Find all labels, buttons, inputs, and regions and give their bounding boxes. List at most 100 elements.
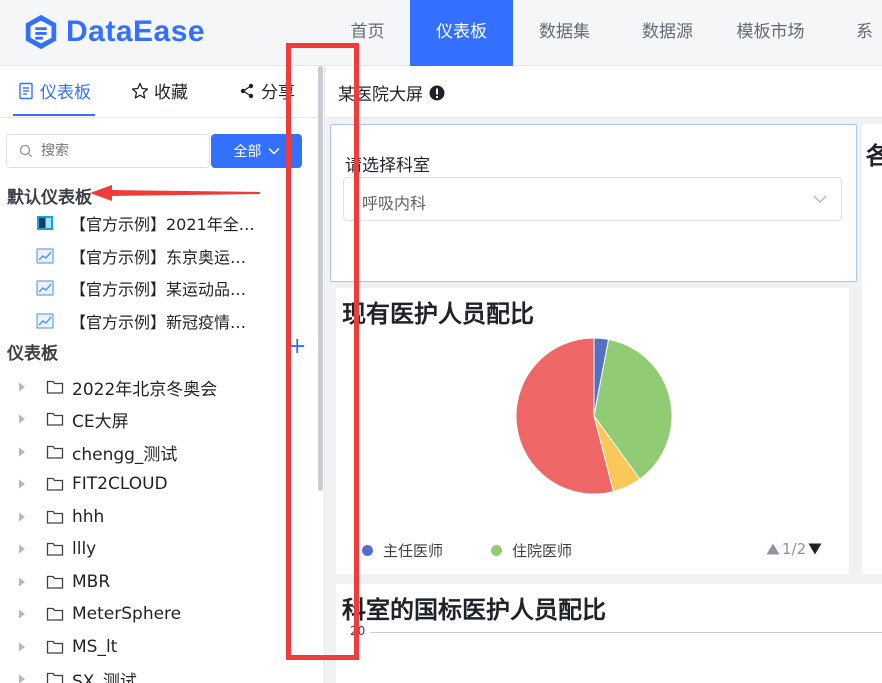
folder-label: MS_lt [72,637,118,657]
brand-logo[interactable]: DataEase [22,10,205,54]
dataease-logo-icon [25,14,57,50]
search-icon [19,144,33,158]
folder-item[interactable]: CE大屏 [18,404,129,434]
document-icon [19,82,33,99]
folder-item[interactable]: MBR [18,567,110,597]
folder-label: llly [72,539,97,559]
right-chart-widget: 各 [862,124,882,574]
folder-label: 2022年北京冬奥会 [72,379,218,400]
caret-right-icon[interactable] [18,382,26,392]
folder-label: hhh [72,507,105,527]
legend-swatch [362,545,373,556]
tab-dashboard-label: 仪表板 [40,83,91,103]
nav-home[interactable]: 首页 [325,0,410,66]
pie-chart-widget: 现有医护人员配比 主任医师 住院医师 1/2 [336,288,849,574]
department-filter-widget: 请选择科室 呼吸内科 [330,124,857,282]
folder-icon [46,510,64,524]
nav-datasource[interactable]: 数据源 [616,0,719,66]
caret-right-icon[interactable] [18,479,26,489]
pie-legend: 主任医师 住院医师 [362,540,620,561]
caret-right-icon[interactable] [18,447,26,457]
folder-label: chengg_测试 [72,444,178,465]
caret-right-icon[interactable] [18,544,26,554]
folder-item[interactable]: chengg_测试 [18,437,177,467]
legend-pager: 1/2 [766,540,822,558]
active-tab-indicator [13,114,95,116]
right-chart-title: 各 [866,142,882,170]
add-dashboard-button[interactable]: + [288,336,306,358]
folder-item[interactable]: FIT2CLOUD [18,469,168,499]
nav-dashboard[interactable]: 仪表板 [410,0,513,66]
nav-template-market[interactable]: 模板市场 [719,0,822,66]
dashboard-title-text: 某医院大屏 [338,85,423,105]
nav-system[interactable]: 系 [822,0,882,66]
default-dashboard-item[interactable]: 【官方示例】新冠疫情… [36,306,246,336]
chevron-down-icon [813,195,827,203]
chevron-down-icon [267,147,280,155]
dashboard-title: 某医院大屏 [338,80,445,105]
caret-right-icon[interactable] [18,512,26,522]
filter-label: 请选择科室 [345,156,430,176]
folder-item[interactable]: SX_测试 [18,664,137,683]
tab-share-label: 分享 [261,83,295,103]
search-row: 全部 [6,134,302,168]
scope-filter-button[interactable]: 全部 [211,134,302,168]
folder-icon [46,542,64,556]
main-nav: 首页 仪表板 数据集 数据源 模板市场 系 [325,0,882,66]
folder-label: SX_测试 [72,671,137,683]
legend-swatch [491,545,503,556]
legend-label[interactable]: 主任医师 [383,540,443,561]
default-dashboard-item-label: 【官方示例】东京奥运… [70,248,247,267]
folder-item[interactable]: llly [18,534,96,564]
caret-right-icon[interactable] [18,577,26,587]
bar-chart-widget: 科室的国标医护人员配比 20 [336,584,882,683]
folder-icon [46,672,64,683]
default-dashboard-item[interactable]: 【官方示例】某运动品… [36,273,246,303]
folder-label: MeterSphere [72,604,182,624]
folder-icon [46,380,64,394]
folder-item[interactable]: 2022年北京冬奥会 [18,372,217,402]
nav-dataset[interactable]: 数据集 [513,0,616,66]
tab-dashboard[interactable]: 仪表板 [17,78,91,103]
info-icon[interactable] [429,85,445,101]
folder-label: MBR [72,572,111,592]
y-axis-tick-label: 20 [350,624,366,638]
dashboard-header: 某医院大屏 [326,66,882,118]
tab-favorites[interactable]: 收藏 [131,78,188,103]
sidebar-scrollbar[interactable] [318,66,323,491]
folder-icon [46,640,64,654]
tab-share[interactable]: 分享 [238,78,295,103]
triangle-up-icon[interactable] [766,543,780,555]
dashboard-preview: 某医院大屏 请选择科室 呼吸内科 各 现有医护人员配比 主任医师 住院医师 1/… [326,66,882,683]
folder-item[interactable]: MeterSphere [18,599,181,629]
scope-filter-label: 全部 [233,144,262,160]
triangle-down-icon[interactable] [808,543,822,555]
pie-chart[interactable] [336,288,849,528]
caret-right-icon[interactable] [18,674,26,683]
legend-label[interactable]: 住院医师 [512,540,572,561]
folder-item[interactable]: hhh [18,502,104,532]
default-dashboard-item-label: 【官方示例】某运动品… [70,280,247,299]
grid-line [370,632,882,633]
line-chart-icon [36,280,54,296]
folder-item[interactable]: MS_lt [18,632,117,662]
default-dashboard-item[interactable]: 【官方示例】2021年全… [36,208,255,238]
line-chart-icon [36,248,54,264]
share-icon [240,83,254,98]
caret-right-icon[interactable] [18,609,26,619]
department-select[interactable]: 呼吸内科 [343,177,842,221]
sidebar: 仪表板 收藏 分享 全部 默认仪表板 【官方示例】2021年全… 【官方示例】东… [0,66,325,683]
folder-icon [46,477,64,491]
annotation-arrow-icon [90,185,260,201]
folder-icon [46,575,64,589]
caret-right-icon[interactable] [18,642,26,652]
default-dashboard-section-title: 默认仪表板 [7,188,92,208]
search-box[interactable] [6,134,210,168]
tab-favorites-label: 收藏 [154,83,188,103]
screen-dashboard-icon [37,216,53,230]
default-dashboard-item[interactable]: 【官方示例】东京奥运… [36,241,246,271]
caret-right-icon[interactable] [18,414,26,424]
brand-name: DataEase [66,15,206,48]
default-dashboard-item-label: 【官方示例】2021年全… [70,215,255,234]
search-input[interactable] [41,143,191,159]
